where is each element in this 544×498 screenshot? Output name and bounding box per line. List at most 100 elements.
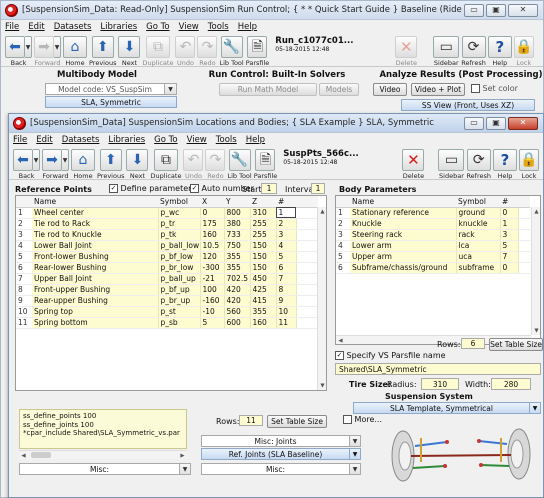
column-header[interactable]: Name	[32, 196, 158, 208]
table-cell[interactable]: p_st	[158, 306, 201, 318]
table-cell[interactable]: ground	[456, 207, 501, 219]
menu-libraries[interactable]: Libraries	[108, 135, 145, 145]
more-checkbox[interactable]: More...	[343, 415, 382, 424]
table-cell[interactable]: 380	[224, 218, 251, 230]
column-header[interactable]: Name	[350, 196, 456, 208]
table-cell[interactable]: Subframe/chassis/ground	[350, 262, 457, 274]
table-cell[interactable]: subframe	[456, 262, 501, 274]
run-math-model-button[interactable]: Run Math Model	[219, 83, 317, 96]
previous-button[interactable]: ⬆ Previous	[89, 36, 116, 67]
table-cell[interactable]: 415	[250, 295, 277, 307]
forward-button[interactable]: ➡ ▼ Forward	[42, 149, 69, 180]
table-cell[interactable]: 150	[250, 262, 277, 274]
delete-button[interactable]: ✕ Delete	[402, 149, 425, 180]
table-cell[interactable]: p_ball_up	[158, 273, 201, 285]
column-header[interactable]: X	[200, 196, 224, 208]
column-header[interactable]: Y	[224, 196, 250, 208]
ss-view-select[interactable]: SS View (Front, Uses XZ)	[401, 99, 535, 111]
table-cell[interactable]: Front-lower Bushing	[32, 251, 159, 263]
scroll-thumb[interactable]	[31, 452, 51, 458]
table-cell[interactable]: p_sb	[158, 317, 201, 329]
table-row[interactable]: 5 Upper arm uca 7	[336, 251, 530, 263]
undo-button[interactable]: ↶ Undo	[175, 36, 196, 67]
table-cell[interactable]: p_tk	[158, 229, 201, 241]
table-cell[interactable]: 1	[500, 218, 519, 230]
table-cell[interactable]: -300	[200, 262, 225, 274]
table-cell[interactable]: 120	[200, 251, 225, 263]
scroll-up-icon[interactable]: ▲	[318, 207, 326, 216]
menu-goto[interactable]: Go To	[154, 135, 177, 145]
undo-button[interactable]: ↶ Undo	[183, 149, 204, 180]
table-cell[interactable]: -10	[200, 306, 225, 318]
table-cell[interactable]: p_br_low	[158, 262, 201, 274]
table-cell[interactable]: Upper Ball Joint	[32, 273, 159, 285]
refresh-button[interactable]: ⟳ Refresh	[466, 149, 491, 180]
scroll-left-icon[interactable]: ◀	[336, 336, 345, 344]
sidebar-button[interactable]: ▭ Sidebar	[433, 36, 460, 67]
menu-view[interactable]: View	[187, 135, 207, 145]
menu-file[interactable]: File	[5, 22, 19, 32]
notes-textbox[interactable]: ss_define_points 100 ss_define_joints 10…	[19, 409, 187, 449]
misc-mid-select[interactable]: Misc: ▼	[201, 463, 361, 475]
table-cell[interactable]: p_wc	[158, 207, 201, 219]
menu-tools[interactable]: Tools	[216, 135, 237, 145]
lock-button[interactable]: 🔒 Lock	[519, 149, 539, 180]
table-cell[interactable]: 11	[276, 317, 297, 329]
table-cell[interactable]: 7	[276, 273, 297, 285]
help-button[interactable]: ? Help	[493, 149, 517, 180]
table-row[interactable]: 3 Steering rack rack 3	[336, 229, 530, 241]
table-cell[interactable]: 160	[200, 229, 225, 241]
suspension-system-select[interactable]: SLA Template, Symmetrical ▼	[353, 402, 541, 414]
table-cell[interactable]: 160	[250, 317, 277, 329]
lib-tool-button[interactable]: 🔧 Lib Tool	[219, 36, 244, 67]
help-button[interactable]: ? Help	[487, 36, 512, 67]
specify-parsfile-checkbox[interactable]: ✓ Specify VS Parsfile name	[335, 351, 446, 360]
set-color-checkbox[interactable]: Set color	[471, 84, 518, 93]
table-cell[interactable]: 9	[276, 295, 297, 307]
table-cell[interactable]: 355	[250, 306, 277, 318]
next-button[interactable]: ⬇ Next	[126, 149, 149, 180]
scroll-down-icon[interactable]: ▼	[318, 381, 326, 390]
table-cell[interactable]: -160	[200, 295, 225, 307]
column-header[interactable]: #	[500, 196, 518, 208]
table-cell[interactable]: Lower Ball Joint	[32, 240, 159, 252]
table-cell[interactable]: 175	[200, 218, 225, 230]
table-cell[interactable]: Tie rod to Rack	[32, 218, 159, 230]
table-cell[interactable]: Wheel center	[32, 207, 159, 219]
table-cell[interactable]: 150	[250, 251, 277, 263]
table-cell[interactable]: knuckle	[456, 218, 501, 230]
table-cell[interactable]: 2	[276, 218, 297, 230]
chevron-down-icon[interactable]: ▼	[33, 149, 40, 171]
scroll-right-icon[interactable]: ▶	[178, 451, 187, 460]
column-header[interactable]: Symbol	[158, 196, 200, 208]
menu-datasets[interactable]: Datasets	[62, 135, 100, 145]
table-row[interactable]: 9 Rear-upper Bushing p_br_up -160 420 415 9	[16, 295, 318, 307]
table-cell[interactable]: p_bf_up	[158, 284, 201, 296]
table-cell[interactable]: 100	[200, 284, 225, 296]
table-cell[interactable]: 1	[276, 207, 296, 219]
forward-button[interactable]: ➡ ▼ Forward	[34, 36, 61, 67]
table-row[interactable]: 4 Lower arm lca 5	[336, 240, 530, 252]
table-cell[interactable]: Front-upper Bushing	[32, 284, 159, 296]
table-row[interactable]: 4 Lower Ball Joint p_ball_low 10.5 750 150 4	[16, 240, 318, 252]
table-cell[interactable]: 355	[224, 262, 251, 274]
duplicate-button[interactable]: ⧉ Duplicate	[142, 36, 173, 67]
table-cell[interactable]: uca	[456, 251, 501, 263]
home-button[interactable]: ⌂ Home	[71, 149, 95, 180]
video-button[interactable]: Video	[373, 83, 407, 96]
table-cell[interactable]: -21	[200, 273, 225, 285]
ref-joints-select[interactable]: Ref. Joints (SLA Baseline) ▼	[201, 448, 361, 460]
close-button[interactable]: ✕	[508, 116, 538, 130]
back-button[interactable]: ⬅ ▼ Back	[5, 36, 32, 67]
table-cell[interactable]: 150	[250, 240, 277, 252]
menu-edit[interactable]: Edit	[36, 135, 52, 145]
interval-input[interactable]: 1	[311, 183, 325, 194]
table-cell[interactable]: 5	[200, 317, 225, 329]
table-cell[interactable]: 0	[500, 262, 519, 274]
next-button[interactable]: ⬇ Next	[118, 36, 141, 67]
minimize-button[interactable]: ▭	[464, 3, 484, 17]
menu-libraries[interactable]: Libraries	[100, 22, 137, 32]
body-set-table-size-button[interactable]: Set Table Size	[489, 338, 543, 351]
duplicate-button[interactable]: ⧉ Duplicate	[150, 149, 181, 180]
back-button[interactable]: ⬅ ▼ Back	[13, 149, 40, 180]
